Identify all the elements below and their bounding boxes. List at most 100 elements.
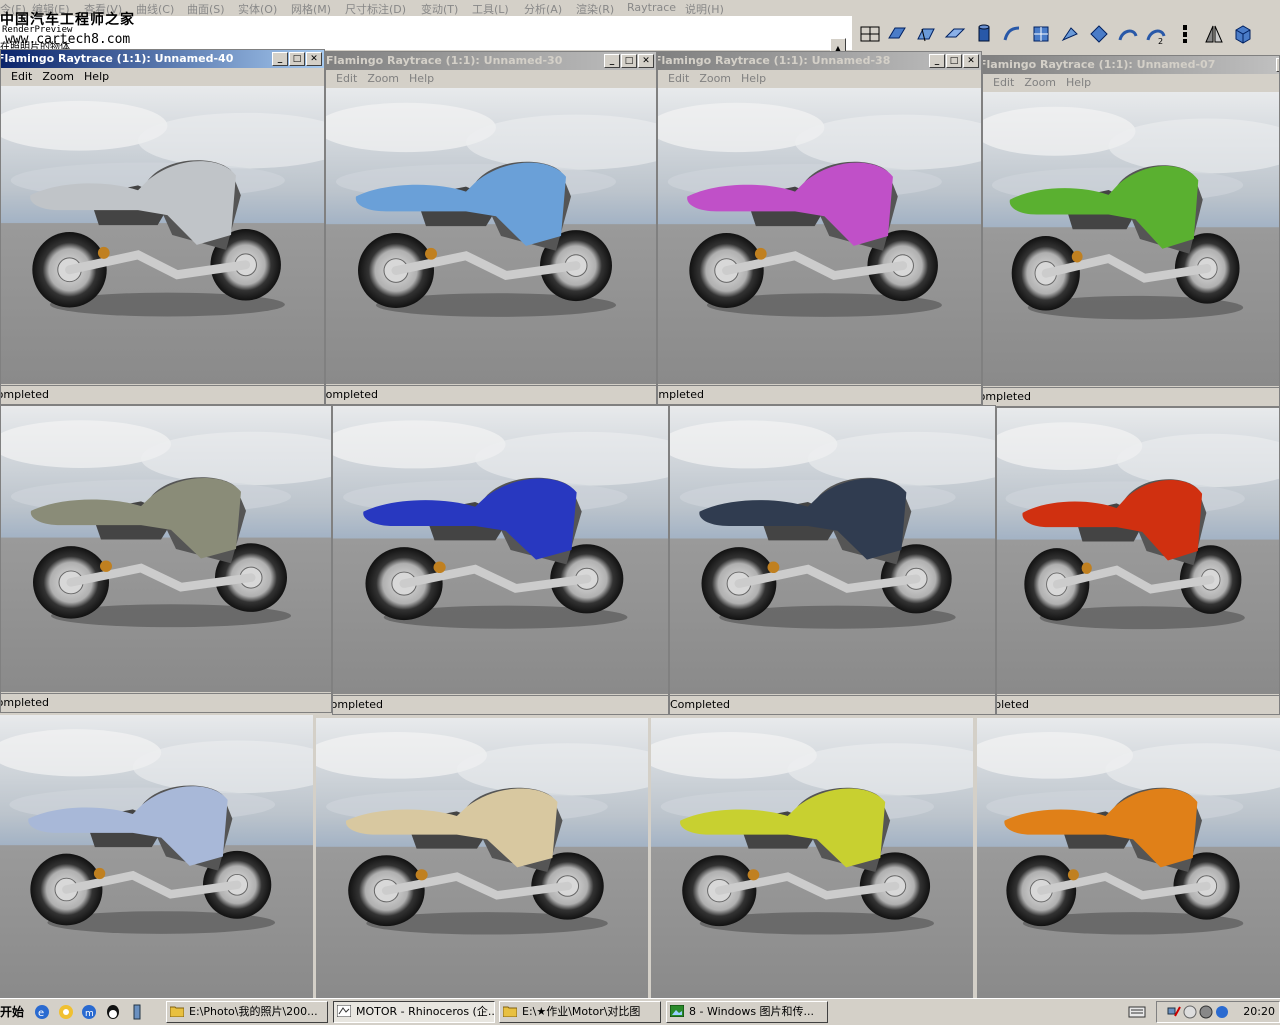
- raytrace-window[interactable]: Flamingo Raytrace (1:1): Unnamed-38 _ □ ✕ …: [657, 51, 982, 405]
- surface-flat-icon[interactable]: [943, 22, 967, 46]
- menu-edit[interactable]: Edit: [336, 72, 357, 85]
- menu-help[interactable]: Help: [741, 72, 766, 85]
- two-rail-icon[interactable]: 2: [1144, 22, 1168, 46]
- raytrace-window[interactable]: Completed: [0, 405, 332, 713]
- network-icon[interactable]: [1167, 1005, 1181, 1019]
- ie-icon[interactable]: e: [33, 1003, 51, 1021]
- menu-dimension[interactable]: 尺寸标注(D): [345, 1, 406, 17]
- status-text: Completed: [670, 695, 995, 714]
- raytrace-window[interactable]: Flamingo Raytrace (1:1): Unnamed-40 _ □ ✕ …: [0, 49, 325, 405]
- transform-icon[interactable]: [1087, 22, 1111, 46]
- menu-render[interactable]: 渲染(R): [576, 1, 614, 17]
- history-icon[interactable]: [1173, 22, 1197, 46]
- mail-icon[interactable]: m: [80, 1003, 98, 1021]
- menu-transform[interactable]: 变动(T): [421, 1, 458, 17]
- raytrace-window[interactable]: Completed: [669, 405, 996, 715]
- maximize-button[interactable]: □: [621, 54, 637, 68]
- wireframe-grid-icon[interactable]: [858, 22, 882, 46]
- window-titlebar[interactable]: Flamingo Raytrace (1:1): Unnamed-07 _□: [983, 56, 1279, 74]
- close-button[interactable]: ✕: [638, 54, 654, 68]
- window-menu: Edit Zoom Help: [326, 70, 656, 88]
- task-rhinoceros[interactable]: MOTOR - Rhinoceros (企...: [333, 1001, 495, 1023]
- close-button[interactable]: ✕: [306, 52, 322, 66]
- menu-help[interactable]: 说明(H): [685, 1, 724, 17]
- start-button[interactable]: 开始: [0, 1001, 26, 1023]
- window-title: Flamingo Raytrace (1:1): Unnamed-40: [1, 52, 234, 65]
- window-title: Flamingo Raytrace (1:1): Unnamed-38: [658, 54, 891, 67]
- status-text: Completed: [997, 695, 1279, 714]
- update-icon[interactable]: [1215, 1005, 1229, 1019]
- menu-zoom[interactable]: Zoom: [367, 72, 399, 85]
- rail-sweep-icon[interactable]: [1116, 22, 1140, 46]
- menu-help[interactable]: Help: [409, 72, 434, 85]
- menu-edit[interactable]: Edit: [668, 72, 689, 85]
- minimize-button[interactable]: _: [1276, 58, 1279, 72]
- menu-tools[interactable]: 工具(L): [472, 1, 509, 17]
- maximize-button[interactable]: □: [946, 54, 962, 68]
- window-titlebar[interactable]: Flamingo Raytrace (1:1): Unnamed-30 _ □ ✕: [326, 52, 656, 70]
- minimize-button[interactable]: _: [604, 54, 620, 68]
- raytrace-window[interactable]: Flamingo Raytrace (1:1): Unnamed-07 _□ E…: [982, 55, 1280, 407]
- menu-surface[interactable]: 曲面(S): [187, 1, 225, 17]
- maximize-button[interactable]: □: [289, 52, 305, 66]
- menu-edit[interactable]: Edit: [993, 76, 1014, 89]
- raytrace-window[interactable]: Completed: [332, 405, 669, 715]
- status-text: Completed: [983, 387, 1279, 406]
- window-titlebar[interactable]: Flamingo Raytrace (1:1): Unnamed-38 _ □ ✕: [658, 52, 981, 70]
- close-button[interactable]: ✕: [963, 54, 979, 68]
- cylinder-icon[interactable]: [972, 22, 996, 46]
- surface-edit-icon[interactable]: [914, 22, 938, 46]
- render-view: [658, 88, 981, 384]
- raytrace-window[interactable]: Completed: [996, 407, 1280, 715]
- task-photo-folder[interactable]: E:\Photo\我的照片\200...: [166, 1001, 328, 1023]
- menu-zoom[interactable]: Zoom: [699, 72, 731, 85]
- minimize-button[interactable]: _: [272, 52, 288, 66]
- menu-raytrace[interactable]: Raytrace: [627, 1, 676, 14]
- command-area[interactable]: 中国汽车工程师之家 RenderPreview www.cartech8.com…: [0, 12, 852, 60]
- status-text: Completed: [1, 693, 331, 712]
- menu-curve[interactable]: 曲线(C): [136, 1, 174, 17]
- menu-help[interactable]: Help: [1066, 76, 1091, 89]
- window-menu: Edit Zoom Help: [658, 70, 981, 88]
- messenger-icon[interactable]: [57, 1003, 75, 1021]
- window-titlebar[interactable]: Flamingo Raytrace (1:1): Unnamed-40 _ □ ✕: [1, 50, 324, 68]
- task-image-viewer[interactable]: 8 - Windows 图片和传...: [666, 1001, 828, 1023]
- keyboard-icon[interactable]: [1128, 1005, 1146, 1019]
- window-title: Flamingo Raytrace (1:1): Unnamed-30: [326, 54, 563, 67]
- tool-icon[interactable]: [128, 1003, 146, 1021]
- box-3d-icon[interactable]: [1231, 22, 1255, 46]
- menu-help[interactable]: Help: [84, 70, 109, 83]
- plane-tilt-icon[interactable]: [885, 22, 909, 46]
- security-icon[interactable]: [1199, 1005, 1213, 1019]
- window-menu: Edit Zoom Help: [983, 74, 1279, 92]
- svg-text:e: e: [38, 1008, 44, 1019]
- curve-sweep-icon[interactable]: [1000, 22, 1024, 46]
- menu-analyze[interactable]: 分析(A): [524, 1, 562, 17]
- menu-zoom[interactable]: Zoom: [42, 70, 74, 83]
- system-tray: 20:20: [1156, 1001, 1280, 1023]
- render-view: [983, 92, 1279, 386]
- taskbar: 开始 e m E:\Photo\我的照片\200... MOTOR - Rhin…: [0, 998, 1280, 1025]
- clock[interactable]: 20:20: [1243, 1005, 1275, 1018]
- offset-surface-icon[interactable]: [1058, 22, 1082, 46]
- render-view: [1, 86, 324, 384]
- task-motor-folder[interactable]: E:\★作业\Motor\对比图: [499, 1001, 661, 1023]
- menu-solid[interactable]: 实体(O): [238, 1, 277, 17]
- minimize-button[interactable]: _: [929, 54, 945, 68]
- menu-zoom[interactable]: Zoom: [1024, 76, 1056, 89]
- render-view: [0, 715, 313, 998]
- status-text: Completed: [326, 385, 656, 404]
- render-view: [316, 718, 648, 998]
- status-text: Completed: [658, 385, 981, 404]
- mirror-icon[interactable]: [1202, 22, 1226, 46]
- render-view: [1, 406, 331, 692]
- rhino-icon: [337, 1005, 351, 1017]
- raytrace-window[interactable]: Flamingo Raytrace (1:1): Unnamed-30 _ □ ✕ …: [325, 51, 657, 405]
- menu-mesh[interactable]: 网格(M): [291, 1, 331, 17]
- window-title: Flamingo Raytrace (1:1): Unnamed-07: [983, 58, 1216, 71]
- blend-surface-icon[interactable]: [1029, 22, 1053, 46]
- folder-icon: [503, 1006, 517, 1017]
- volume-icon[interactable]: [1183, 1005, 1197, 1019]
- menu-edit[interactable]: Edit: [11, 70, 32, 83]
- qq-icon[interactable]: [104, 1003, 122, 1021]
